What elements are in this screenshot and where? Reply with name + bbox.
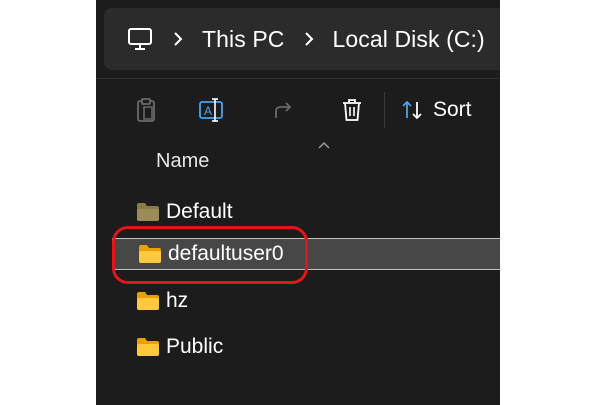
chevron-right-icon[interactable] — [301, 31, 317, 47]
address-bar[interactable]: This PC Local Disk (C:) — [104, 8, 500, 70]
breadcrumb-local-disk[interactable]: Local Disk (C:) — [333, 26, 485, 53]
sort-ascending-icon — [318, 136, 330, 149]
folder-icon — [136, 202, 160, 222]
list-item[interactable]: hz — [136, 286, 188, 316]
share-icon — [275, 102, 292, 118]
folder-icon — [136, 337, 160, 357]
sort-label: Sort — [433, 98, 472, 121]
svg-text:A: A — [204, 104, 212, 118]
rename-icon: A — [199, 98, 223, 122]
highlight-annotation — [112, 226, 308, 284]
list-item-label: Default — [166, 200, 233, 223]
delete-button[interactable] — [338, 96, 366, 124]
chevron-right-icon[interactable] — [170, 31, 186, 47]
this-pc-icon[interactable] — [126, 25, 154, 53]
list-item[interactable]: Public — [136, 332, 223, 362]
rename-button[interactable]: A — [198, 96, 226, 124]
share-button[interactable] — [270, 96, 298, 124]
list-item-label: hz — [166, 289, 189, 312]
list-item[interactable]: Default — [136, 197, 233, 227]
command-bar: A Sort — [96, 82, 500, 138]
breadcrumb-this-pc[interactable]: This PC — [202, 26, 285, 53]
column-header-name[interactable]: Name — [156, 150, 209, 173]
folder-icon — [136, 291, 160, 311]
paste-button[interactable] — [132, 96, 160, 124]
trash-icon — [343, 99, 361, 121]
file-explorer-window: This PC Local Disk (C:) A Sort Name Defa… — [96, 0, 500, 405]
clipboard-icon — [137, 98, 155, 122]
sort-button[interactable]: Sort — [401, 98, 472, 122]
divider — [96, 78, 500, 79]
toolbar-divider — [384, 92, 385, 128]
sort-icon — [402, 100, 422, 120]
list-item-label: Public — [166, 335, 224, 358]
